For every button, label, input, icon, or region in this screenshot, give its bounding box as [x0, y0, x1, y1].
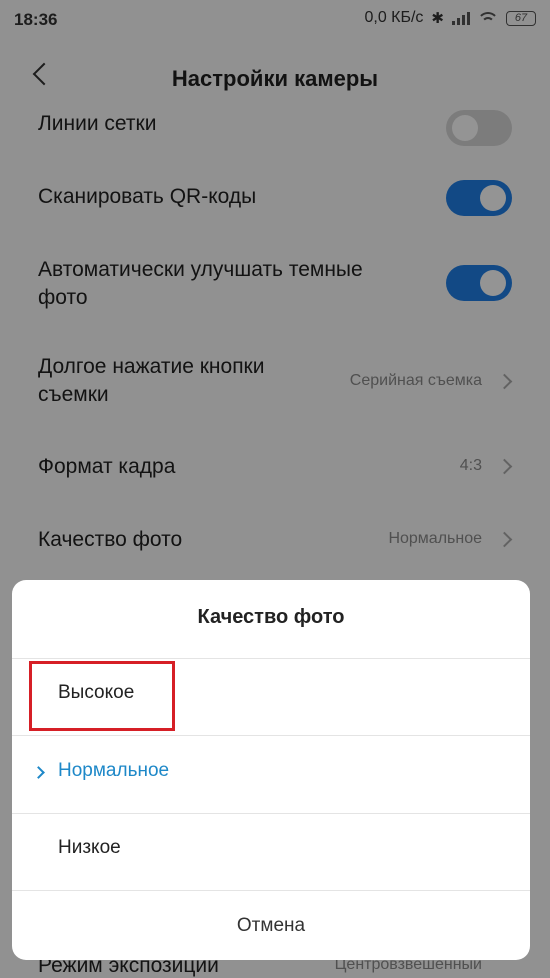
- chevron-selected-icon: [32, 766, 45, 779]
- cancel-button[interactable]: Отмена: [12, 892, 530, 960]
- highlight-box: [29, 661, 175, 731]
- option-label: Нормальное: [58, 760, 170, 781]
- dialog-title: Качество фото: [197, 606, 345, 628]
- option-low[interactable]: Низкое: [12, 813, 530, 889]
- photo-quality-dialog: Качество фото Высокое Нормальное Низкое …: [12, 580, 530, 960]
- option-label: Низкое: [58, 837, 121, 858]
- divider: [12, 890, 530, 891]
- camera-settings-screen: 18:36 0,0 КБ/с ✱ 67 Настройки камеры Лин…: [0, 0, 550, 978]
- option-normal[interactable]: Нормальное: [12, 736, 530, 812]
